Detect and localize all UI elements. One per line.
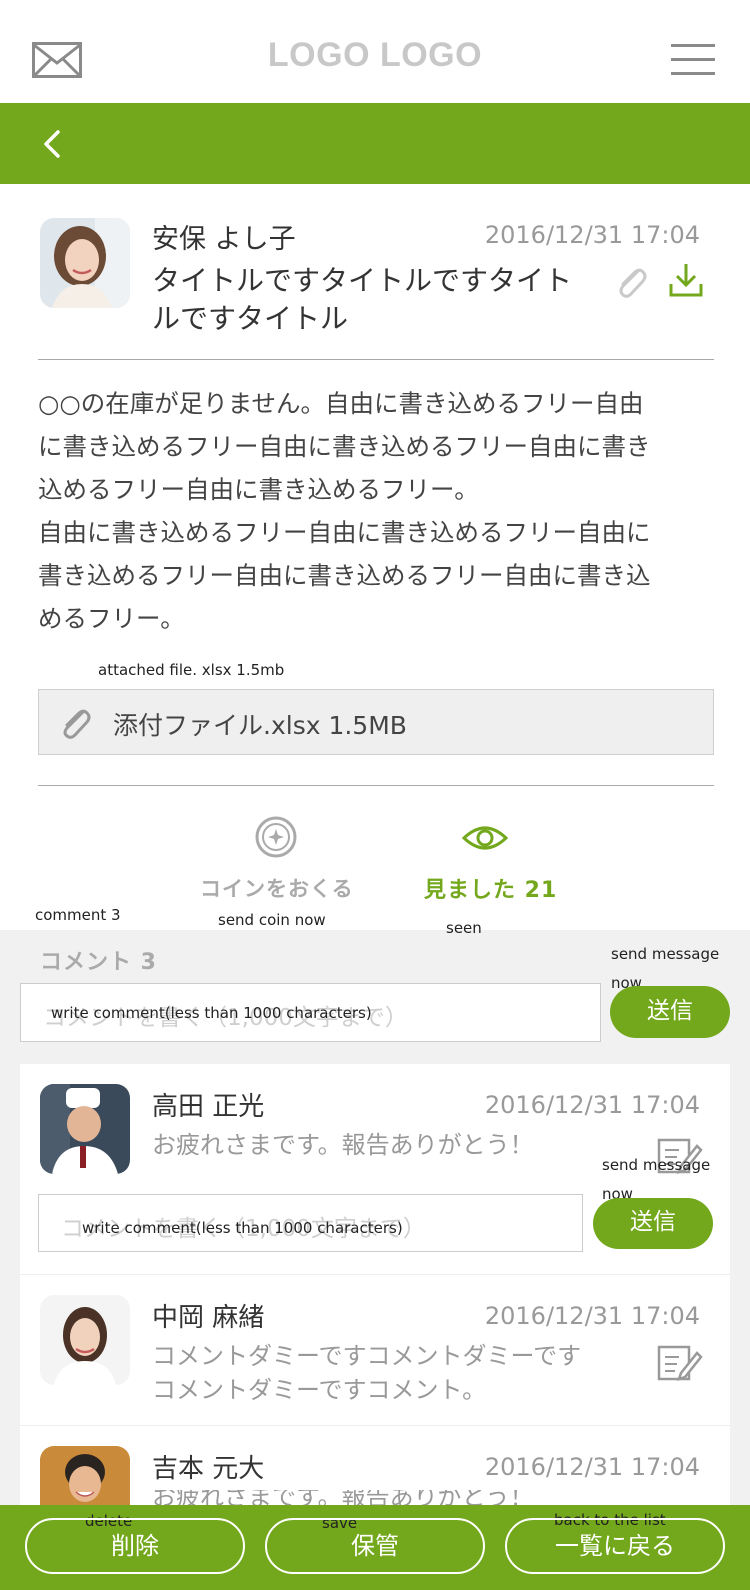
logo[interactable]: LOGO LOGO xyxy=(0,36,750,75)
comment-text: お疲れさまです。報告ありがとう！ xyxy=(152,1131,534,1159)
back-to-list-button[interactable]: 一覧に戻る xyxy=(505,1518,725,1574)
eye-icon xyxy=(462,826,508,850)
paperclip-icon xyxy=(619,268,647,298)
app-header: LOGO LOGO xyxy=(0,0,750,103)
comment-count-note: comment 3 xyxy=(35,906,121,924)
seen-count[interactable]: 見ました 21 xyxy=(424,872,557,904)
comment-date: 2016/12/31 17:04 xyxy=(484,1091,700,1119)
attachment-note: attached file. xlsx 1.5mb xyxy=(98,661,285,679)
comment-input[interactable]: コメントを書く（1,000文字まで） write comment(less th… xyxy=(20,983,601,1042)
coin-icon[interactable] xyxy=(254,815,298,859)
reply-send-button[interactable]: 送信 xyxy=(593,1198,713,1249)
comment-input-note: write comment(less than 1000 characters) xyxy=(51,1004,372,1022)
commenter-avatar xyxy=(40,1295,130,1385)
send-note: send message xyxy=(611,945,720,963)
comment-count: コメント 3 xyxy=(40,950,157,975)
comment-text: お疲れさまです。報告ありがとう！ xyxy=(152,1490,534,1505)
send-coin-note: send coin now xyxy=(218,911,326,929)
seen-note: seen xyxy=(446,919,482,937)
reply-input[interactable]: コメントを書く（1,000文字まで） write comment(less th… xyxy=(38,1194,583,1252)
comment-text: コメントダミーですコメントダミーです コメントダミーですコメント。 xyxy=(152,1342,582,1404)
attachment-file[interactable]: 添付ファイル.xlsx 1.5MB xyxy=(38,689,714,755)
commenter-avatar xyxy=(40,1084,130,1174)
post-date: 2016/12/31 17:04 xyxy=(484,221,700,249)
send-button[interactable]: 送信 xyxy=(610,986,730,1038)
post-title: タイトルですタイトルですタイト ルですタイトル xyxy=(152,264,573,335)
comment-date: 2016/12/31 17:04 xyxy=(484,1302,700,1330)
attachment-filename: 添付ファイル.xlsx 1.5MB xyxy=(113,711,407,740)
download-icon[interactable] xyxy=(668,262,704,298)
save-button[interactable]: 保管 xyxy=(265,1518,485,1574)
divider xyxy=(38,359,714,360)
message-body: ○○の在庫が足りません。自由に書き込めるフリー自由 に書き込めるフリー自由に書き… xyxy=(38,382,728,640)
chevron-left-icon[interactable] xyxy=(40,128,66,160)
commenter-name: 中岡 麻緒 xyxy=(152,1303,265,1333)
commenter-name: 高田 正光 xyxy=(152,1092,265,1122)
comment-text-clip: お疲れさまです。報告ありがとう！ xyxy=(0,1490,750,1505)
sender-avatar xyxy=(40,218,130,308)
hamburger-menu-icon[interactable] xyxy=(671,44,715,76)
sender-name: 安保 よし子 xyxy=(152,224,296,255)
delete-button[interactable]: 削除 xyxy=(25,1518,245,1574)
nav-bar xyxy=(0,103,750,184)
paperclip-icon xyxy=(63,709,91,739)
send-coin-button[interactable]: コインをおくる xyxy=(200,873,354,903)
reply-input-note: write comment(less than 1000 characters) xyxy=(82,1219,403,1237)
commenter-name: 吉本 元大 xyxy=(152,1454,265,1484)
message-body-text: ○○の在庫が足りません。自由に書き込めるフリー自由 に書き込めるフリー自由に書き… xyxy=(38,389,651,633)
divider xyxy=(38,785,714,786)
send-note: send message xyxy=(602,1156,711,1174)
comment-date: 2016/12/31 17:04 xyxy=(484,1453,700,1481)
edit-icon[interactable] xyxy=(657,1343,703,1383)
